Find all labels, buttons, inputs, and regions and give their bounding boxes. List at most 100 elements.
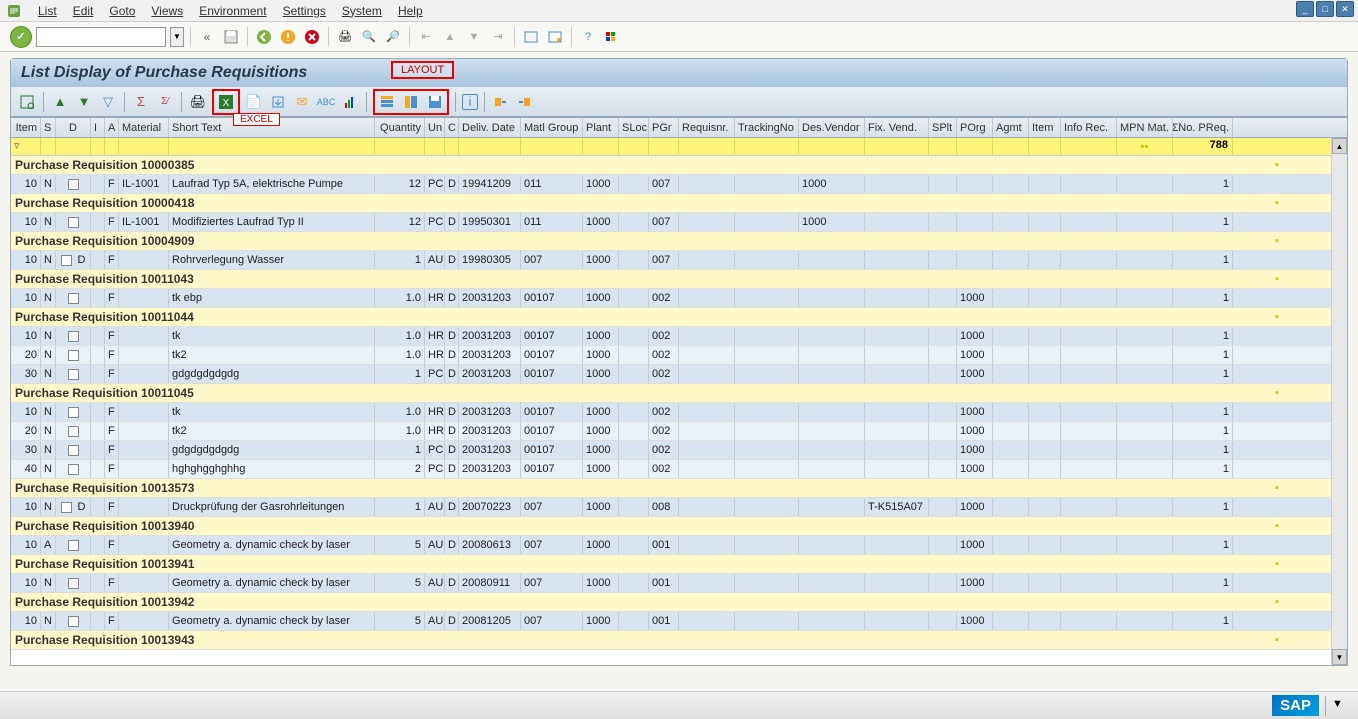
checkbox[interactable] [68, 464, 79, 475]
menu-environment[interactable]: Environment [191, 2, 274, 20]
menu-goto[interactable]: Goto [101, 2, 143, 20]
table-row[interactable]: 10N DFRohrverlegung Wasser1AUD1998030500… [11, 251, 1347, 270]
chart-icon[interactable] [340, 92, 360, 112]
command-field[interactable] [36, 27, 166, 47]
info-icon[interactable]: i [462, 94, 478, 110]
sort-desc-icon[interactable]: ▼ [74, 92, 94, 112]
column-header[interactable]: Fix. Vend. [865, 118, 929, 137]
sum-icon[interactable]: Σ [131, 92, 151, 112]
mail-icon[interactable]: ✉ [292, 92, 312, 112]
table-row[interactable]: 10NFIL-1001Laufrad Typ 5A, elektrische P… [11, 175, 1347, 194]
column-header[interactable]: Plant [583, 118, 619, 137]
group-header-row[interactable]: Purchase Requisition 10013941▪1 [11, 555, 1347, 574]
table-row[interactable]: 10AFGeometry a. dynamic check by laser5A… [11, 536, 1347, 555]
table-row[interactable]: 20NFtk21.0HRD2003120300107100000210001 [11, 422, 1347, 441]
table-row[interactable]: 10N DFDruckprüfung der Gasrohrleitungen1… [11, 498, 1347, 517]
save-icon[interactable] [221, 27, 241, 47]
checkbox[interactable] [68, 293, 79, 304]
print-preview-icon[interactable]: 🖨 [188, 92, 208, 112]
abc-icon[interactable]: ABC [316, 92, 336, 112]
checkbox[interactable] [68, 445, 79, 456]
column-header[interactable]: Des.Vendor [799, 118, 865, 137]
group-header-row[interactable]: Purchase Requisition 10011045▪4 [11, 384, 1347, 403]
table-row[interactable]: 10NFGeometry a. dynamic check by laser5A… [11, 612, 1347, 631]
command-dropdown[interactable]: ▼ [170, 27, 184, 47]
new-session-icon[interactable] [521, 27, 541, 47]
table-row[interactable]: 30NFgdgdgdgdgdg1PCD200312030010710000021… [11, 441, 1347, 460]
column-header[interactable]: Item [11, 118, 41, 137]
column-header[interactable]: SLoc [619, 118, 649, 137]
subtotal-icon[interactable]: Σ⁄ [155, 92, 175, 112]
checkbox[interactable] [68, 540, 79, 551]
column-header[interactable]: SPlt [929, 118, 957, 137]
table-row[interactable]: 10NFIL-1001Modifiziertes Laufrad Typ II1… [11, 213, 1347, 232]
checkbox[interactable] [68, 350, 79, 361]
maximize-button[interactable]: □ [1316, 1, 1334, 17]
assignments-icon[interactable] [515, 92, 535, 112]
first-page-icon[interactable]: ⇤ [416, 27, 436, 47]
column-header[interactable]: POrg [957, 118, 993, 137]
column-header[interactable]: Matl Group [521, 118, 583, 137]
save-layout-icon[interactable] [425, 92, 445, 112]
sort-asc-icon[interactable]: ▲ [50, 92, 70, 112]
table-row[interactable]: 10NFtk ebp1.0HRD200312030010710000021000… [11, 289, 1347, 308]
prev-page-icon[interactable]: ▲ [440, 27, 460, 47]
menu-icon[interactable] [4, 1, 24, 21]
export-excel-icon[interactable]: X [216, 92, 236, 112]
column-header[interactable]: MPN Mat. [1117, 118, 1173, 137]
change-layout-icon[interactable] [377, 92, 397, 112]
checkbox[interactable] [61, 255, 72, 266]
column-header[interactable]: TrackingNo [735, 118, 799, 137]
table-row[interactable]: 40NFhghghgghghhg2PCD20031203001071000002… [11, 460, 1347, 479]
column-header[interactable]: Requisnr. [679, 118, 735, 137]
checkbox[interactable] [68, 616, 79, 627]
checkbox[interactable] [68, 217, 79, 228]
layout-prefs-icon[interactable] [602, 27, 622, 47]
menu-settings[interactable]: Settings [275, 2, 334, 20]
exit-button[interactable] [278, 27, 298, 47]
checkbox[interactable] [68, 331, 79, 342]
footer-dropdown-icon[interactable]: ▼ [1332, 698, 1348, 714]
table-row[interactable]: 10NFGeometry a. dynamic check by laser5A… [11, 574, 1347, 593]
back-icon[interactable]: « [197, 27, 217, 47]
menu-system[interactable]: System [334, 2, 390, 20]
filter-icon[interactable]: ▽ [98, 92, 118, 112]
group-header-row[interactable]: Purchase Requisition 10013940▪1 [11, 517, 1347, 536]
column-header[interactable]: S [41, 118, 56, 137]
cancel-button[interactable] [302, 27, 322, 47]
group-header-row[interactable]: Purchase Requisition 10004909▪1 [11, 232, 1347, 251]
menu-help[interactable]: Help [390, 2, 431, 20]
word-processing-icon[interactable]: 📄 [244, 92, 264, 112]
checkbox[interactable] [68, 407, 79, 418]
checkbox[interactable] [68, 426, 79, 437]
shortcut-icon[interactable] [545, 27, 565, 47]
table-row[interactable]: 10NFtk1.0HRD2003120300107100000210001 [11, 403, 1347, 422]
print-icon[interactable]: 🖨 [335, 27, 355, 47]
group-header-row[interactable]: Purchase Requisition 10013573▪1 [11, 479, 1347, 498]
column-header[interactable]: ΣNo. PReq. [1173, 118, 1233, 137]
column-header[interactable]: D [56, 118, 91, 137]
menu-list[interactable]: List [30, 2, 65, 20]
column-header[interactable]: Deliv. Date [459, 118, 521, 137]
checkbox[interactable] [68, 369, 79, 380]
back-button[interactable] [254, 27, 274, 47]
assign-icon[interactable] [491, 92, 511, 112]
column-header[interactable]: Quantity [375, 118, 425, 137]
group-header-row[interactable]: Purchase Requisition 10011043▪1 [11, 270, 1347, 289]
local-file-icon[interactable] [268, 92, 288, 112]
group-header-row[interactable]: Purchase Requisition 10000418▪1 [11, 194, 1347, 213]
find-next-icon[interactable]: 🔎 [383, 27, 403, 47]
menu-edit[interactable]: Edit [65, 2, 102, 20]
column-header[interactable]: PGr [649, 118, 679, 137]
last-page-icon[interactable]: ⇥ [488, 27, 508, 47]
next-page-icon[interactable]: ▼ [464, 27, 484, 47]
scroll-up-icon[interactable]: ▲ [1332, 138, 1347, 154]
checkbox[interactable] [68, 179, 79, 190]
column-header[interactable]: C [445, 118, 459, 137]
scroll-down-icon[interactable]: ▼ [1332, 649, 1347, 665]
enter-icon[interactable]: ✓ [10, 26, 32, 48]
column-header[interactable]: Item [1029, 118, 1061, 137]
close-button[interactable]: ✕ [1336, 1, 1354, 17]
vertical-scrollbar[interactable]: ▲ ▼ [1331, 138, 1347, 665]
checkbox[interactable] [61, 502, 72, 513]
